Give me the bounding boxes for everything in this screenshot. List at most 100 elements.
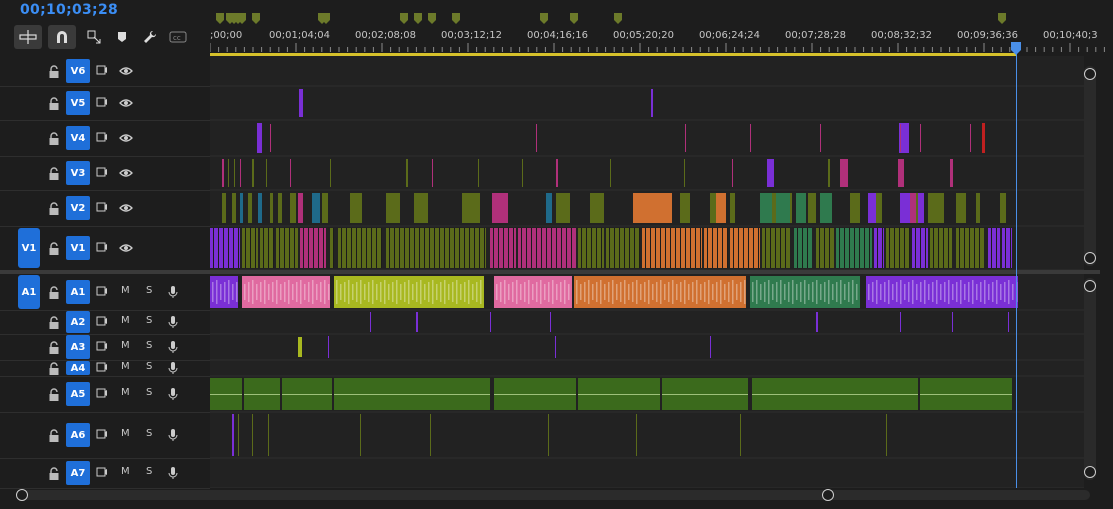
playhead-timecode[interactable]: 00;10;03;28 [20,2,118,18]
linked-selection-toggle[interactable] [80,25,108,49]
track-target-a2[interactable]: A2 [66,311,90,333]
track-target-a3[interactable]: A3 [66,335,90,359]
lock-icon[interactable] [48,166,60,180]
track-target-v6[interactable]: V6 [66,59,90,83]
lock-icon[interactable] [48,131,60,145]
horizontal-zoom-scrollbar[interactable] [16,489,1090,501]
solo-button[interactable]: S [146,428,152,439]
track-target-v1[interactable]: V1 [66,236,90,260]
lock-icon[interactable] [48,201,60,215]
track-target-a4[interactable]: A4 [66,361,90,375]
microphone-icon[interactable] [168,428,178,445]
clip-cut [727,228,728,268]
mute-button[interactable]: M [121,340,130,351]
clip-cut [915,228,916,268]
lock-icon[interactable] [48,285,60,299]
solo-button[interactable]: S [146,361,152,372]
audio-waveform [628,284,630,300]
lock-icon[interactable] [48,64,60,78]
lock-icon[interactable] [48,315,60,329]
track-target-a5[interactable]: A5 [66,382,90,406]
mute-button[interactable]: M [121,315,130,326]
solo-button[interactable]: S [146,285,152,296]
solo-button[interactable]: S [146,315,152,326]
mute-button[interactable]: M [121,285,130,296]
microphone-icon[interactable] [168,340,178,357]
sync-lock-icon[interactable] [96,340,108,355]
source-patch-a1[interactable]: A1 [18,275,40,309]
track-target-a7[interactable]: A7 [66,461,90,485]
clip-cut [351,228,352,268]
sync-lock-icon[interactable] [96,166,108,181]
clip-cut [665,228,666,268]
source-patch-v1[interactable]: V1 [18,228,40,268]
clip-cut [685,228,686,268]
track-target-v4[interactable]: V4 [66,126,90,150]
track-target-v5[interactable]: V5 [66,91,90,115]
sync-lock-icon[interactable] [96,466,108,481]
clip-cut [521,228,522,268]
scroll-handle-bottom[interactable] [1084,252,1096,264]
sync-lock-icon[interactable] [96,361,108,376]
sync-lock-icon[interactable] [96,387,108,402]
clip-cut [561,228,562,268]
audio-waveform [808,284,810,300]
video-vertical-scrollbar[interactable] [1084,66,1096,266]
eye-icon[interactable] [119,242,133,257]
track-target-a6[interactable]: A6 [66,423,90,447]
sync-lock-icon[interactable] [96,64,108,79]
captions-button[interactable]: cc [164,25,192,49]
microphone-icon[interactable] [168,387,178,404]
mute-button[interactable]: M [121,361,130,372]
zoom-handle-left[interactable] [16,489,28,501]
solo-button[interactable]: S [146,466,152,477]
mute-button[interactable]: M [121,428,130,439]
solo-button[interactable]: S [146,340,152,351]
eye-icon[interactable] [119,132,133,147]
sync-lock-icon[interactable] [96,96,108,111]
audio-waveform [436,284,438,300]
timeline-settings-button[interactable] [136,25,164,49]
scroll-handle-bottom[interactable] [1084,466,1096,478]
scroll-handle-top[interactable] [1084,68,1096,80]
clip-cut [707,228,708,268]
mute-button[interactable]: M [121,466,130,477]
snap-toggle[interactable] [48,25,76,49]
lock-icon[interactable] [48,241,60,255]
lock-icon[interactable] [48,96,60,110]
scroll-handle-top[interactable] [1084,280,1096,292]
lock-icon[interactable] [48,387,60,401]
add-marker-button[interactable] [108,25,136,49]
lock-icon[interactable] [48,466,60,480]
sync-lock-icon[interactable] [96,285,108,300]
audio-vertical-scrollbar[interactable] [1084,278,1096,480]
lock-icon[interactable] [48,340,60,354]
sync-lock-icon[interactable] [96,315,108,330]
sync-lock-icon[interactable] [96,201,108,216]
microphone-icon[interactable] [168,466,178,483]
microphone-icon[interactable] [168,315,178,332]
microphone-icon[interactable] [168,285,178,302]
zoom-handle-right[interactable] [822,489,834,501]
track-target-a1[interactable]: A1 [66,280,90,304]
track-target-v2[interactable]: V2 [66,196,90,220]
solo-button[interactable]: S [146,387,152,398]
eye-icon[interactable] [119,65,133,80]
lock-icon[interactable] [48,361,60,375]
sync-lock-icon[interactable] [96,428,108,443]
time-ruler[interactable]: ;00;00 00;01;04;04 00;02;08;08 00;03;12;12 0… [209,0,1113,56]
sync-lock-icon[interactable] [96,131,108,146]
audio-waveform [676,284,678,300]
mute-button[interactable]: M [121,387,130,398]
video-audio-divider[interactable] [0,270,1100,274]
lock-icon[interactable] [48,428,60,442]
sync-lock-icon[interactable] [96,241,108,256]
eye-icon[interactable] [119,202,133,217]
eye-icon[interactable] [119,167,133,182]
ruler-label: 00;01;04;04 [269,30,331,41]
insert-nest-toggle[interactable] [14,25,42,49]
eye-icon[interactable] [119,97,133,112]
track-target-v3[interactable]: V3 [66,161,90,185]
audio-clip [430,414,431,456]
playhead-line[interactable] [1016,44,1017,488]
